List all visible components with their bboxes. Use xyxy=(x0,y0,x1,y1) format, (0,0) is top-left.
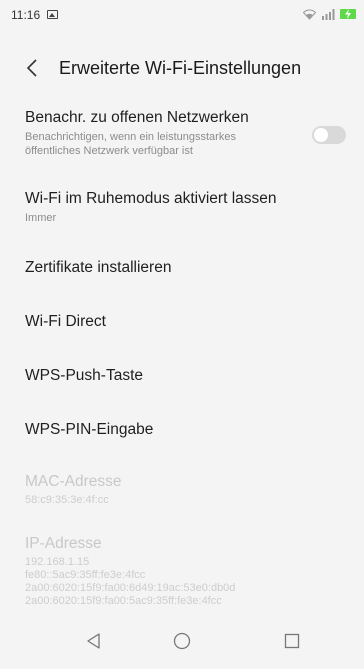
nav-home-button[interactable] xyxy=(168,627,196,655)
setting-wps-pin[interactable]: WPS-PIN-Eingabe xyxy=(0,420,364,448)
triangle-back-icon xyxy=(87,633,100,649)
nav-recents-button[interactable] xyxy=(278,627,306,655)
signal-icon xyxy=(321,8,335,20)
setting-wifi-sleep[interactable]: Wi-Fi im Ruhemodus aktiviert lassen Imme… xyxy=(0,189,364,233)
ip-address-value: 2a00:6020:15f9:fa00:6d49:19ac:53e0:db0d xyxy=(25,582,236,594)
ip-address-info: IP-Adresse 192.168.1.15 fe80::5ac9:35ff:… xyxy=(0,534,364,610)
gallery-notification-icon xyxy=(47,10,58,19)
setting-subtitle: Benachrichtigen, wenn ein leistungsstark… xyxy=(25,131,236,157)
setting-title: Wi-Fi im Ruhemodus aktiviert lassen xyxy=(25,190,277,207)
battery-icon xyxy=(340,9,356,19)
mac-address-info: MAC-Adresse 58:c9:35:3e:4f:cc xyxy=(0,472,364,512)
open-network-toggle[interactable] xyxy=(312,126,346,144)
toggle-knob xyxy=(314,128,328,142)
setting-subtitle: Immer xyxy=(25,212,57,224)
status-bar: 11:16 xyxy=(0,0,364,30)
setting-install-certificates[interactable]: Zertifikate installieren xyxy=(0,258,364,286)
circle-home-icon xyxy=(173,632,191,650)
status-icons xyxy=(303,6,356,22)
setting-title: Benachr. zu offenen Netzwerken xyxy=(25,109,249,126)
navigation-bar xyxy=(0,613,364,669)
mac-address-value: 58:c9:35:3e:4f:cc xyxy=(25,494,109,506)
square-recents-icon xyxy=(284,633,300,649)
setting-title: Zertifikate installieren xyxy=(25,259,172,276)
screen: 11:16 Erweiterte Wi-Fi-Einstellungen Ben… xyxy=(0,0,364,669)
ip-address-value: fe80::5ac9:35ff:fe3e:4fcc xyxy=(25,569,146,581)
ip-address-value: 2a00:6020:15f9:fa00:5ac9:35ff:fe3e:4fcc xyxy=(25,595,222,607)
header: Erweiterte Wi-Fi-Einstellungen xyxy=(0,50,364,86)
setting-open-network-notify[interactable]: Benachr. zu offenen Netzwerken Benachric… xyxy=(0,108,364,162)
setting-wps-push[interactable]: WPS-Push-Taste xyxy=(0,366,364,394)
back-button[interactable] xyxy=(22,54,46,82)
status-time: 11:16 xyxy=(11,8,41,22)
ip-address-label: IP-Adresse xyxy=(25,535,102,552)
mac-address-label: MAC-Adresse xyxy=(25,473,122,490)
page-title: Erweiterte Wi-Fi-Einstellungen xyxy=(59,58,302,78)
ip-address-value: 192.168.1.15 xyxy=(25,556,90,568)
setting-title: WPS-PIN-Eingabe xyxy=(25,421,154,438)
setting-wifi-direct[interactable]: Wi-Fi Direct xyxy=(0,312,364,340)
chevron-left-icon xyxy=(26,59,37,77)
nav-back-button[interactable] xyxy=(80,627,108,655)
wifi-icon xyxy=(303,9,316,20)
setting-title: Wi-Fi Direct xyxy=(25,313,106,330)
setting-title: WPS-Push-Taste xyxy=(25,367,144,384)
